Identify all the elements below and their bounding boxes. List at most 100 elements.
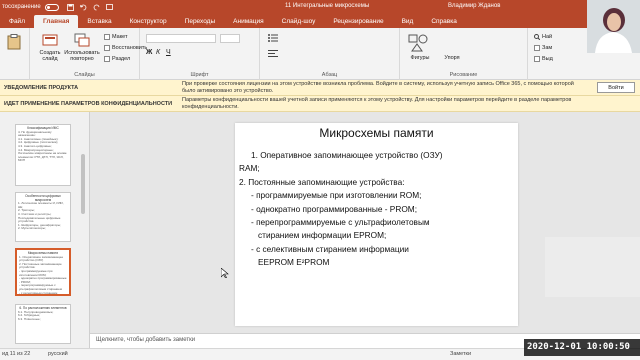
arrange-button[interactable]: Упоря: [440, 55, 464, 61]
slide-thumbnail[interactable]: 6. По расположению элементов 6.1. Полупр…: [15, 304, 71, 344]
slide-line: - с селективным стиранием информации: [251, 243, 409, 254]
slide-line: 2. Постоянные запоминающие устройства:: [239, 176, 405, 187]
scrollbar-thumb[interactable]: [81, 154, 85, 214]
tab-animations[interactable]: Анимация: [224, 15, 273, 28]
slide-thumbnail[interactable]: Особенности цифровых микросхем 1. Логиче…: [15, 192, 71, 242]
slides-group: Создать слайд Использовать повторно Маке…: [30, 28, 147, 80]
layout-label: Макет: [112, 34, 128, 40]
thumbnail-line: - с селективным стиранием: [19, 290, 58, 295]
webcam-video: [587, 0, 640, 53]
product-notice-bar: УВЕДОМЛЕНИЕ ПРОДУКТА При проверке состоя…: [0, 80, 640, 96]
tab-help[interactable]: Справка: [422, 15, 466, 28]
thumbnail-line: 6.3. Плёночные;: [18, 316, 41, 321]
user-name[interactable]: Владимир Жданов: [448, 3, 500, 9]
slide-line: 1. Оперативное запоминающее устройство (…: [251, 150, 443, 160]
slide-canvas[interactable]: Микросхемы памяти 1. Оперативное запомин…: [235, 123, 518, 326]
italic-button[interactable]: К: [156, 49, 160, 56]
layout-button[interactable]: Макет: [104, 34, 128, 40]
language-indicator[interactable]: русский: [48, 351, 68, 357]
autosave-label: тосохранение: [2, 4, 41, 10]
replace-icon: [534, 45, 540, 51]
title-bar: тосохранение 11 Интегральные микросхемы …: [0, 0, 640, 14]
create-slide-label: Создать слайд: [39, 50, 61, 62]
privacy-notice-bar: ИДЕТ ПРИМЕНЕНИЕ ПАРАМЕТРОВ КОНФИДЕНЦИАЛЬ…: [0, 96, 640, 112]
tab-slideshow[interactable]: Слайд-шоу: [273, 15, 325, 28]
slide-line: - перепрограммируемые с ультрафиолетовым: [251, 217, 430, 228]
notes-toggle[interactable]: Заметки: [450, 351, 471, 357]
notes-placeholder: Щелкните, чтобы добавить заметки: [96, 337, 196, 343]
align-left-icon[interactable]: [268, 50, 278, 58]
undo-icon[interactable]: [79, 4, 87, 11]
sign-in-button[interactable]: Войти: [597, 82, 635, 93]
layout-icon: [104, 34, 110, 40]
reuse-slides-label: Использовать повторно: [64, 50, 100, 62]
bullets-icon[interactable]: [268, 34, 278, 42]
workspace: Классификация ИМС 4. По функциональному …: [0, 112, 640, 348]
section-button[interactable]: Раздел: [104, 56, 130, 62]
notice-message: При проверке состояния лицензии на этом …: [182, 81, 574, 94]
clipboard-group: [0, 28, 30, 80]
tab-design[interactable]: Конструктор: [121, 15, 176, 28]
tab-file[interactable]: Файл: [0, 15, 34, 28]
shapes-button[interactable]: Фигуры: [408, 55, 432, 61]
paragraph-group-label: Абзац: [321, 72, 338, 78]
underline-button[interactable]: Ч: [166, 49, 171, 56]
ribbon: Создать слайд Использовать повторно Маке…: [0, 28, 640, 80]
font-size-box[interactable]: [220, 34, 240, 43]
select-icon: [534, 56, 540, 62]
create-slide-button[interactable]: Создать слайд: [36, 32, 64, 62]
quick-access-toolbar: [66, 3, 113, 11]
reuse-slides-button[interactable]: Использовать повторно: [64, 32, 100, 62]
tab-review[interactable]: Рецензирование: [324, 15, 392, 28]
font-name-box[interactable]: [146, 34, 216, 43]
notice-title: ИДЕТ ПРИМЕНЕНИЕ ПАРАМЕТРОВ КОНФИДЕНЦИАЛЬ…: [4, 100, 173, 107]
replace-button[interactable]: Зам: [534, 45, 552, 51]
drawing-group: Фигуры Упоря Рисование: [400, 28, 528, 80]
select-button[interactable]: Выд: [534, 56, 553, 62]
notice-message: Параметры конфиденциальности вашей учетн…: [182, 97, 572, 110]
shapes-gallery-icon[interactable]: [408, 34, 430, 52]
slide-line: - однократно программированные - PROM;: [251, 203, 418, 214]
slide-body[interactable]: 1. Оперативное запоминающее устройство (…: [239, 149, 515, 270]
tab-view[interactable]: Вид: [393, 15, 423, 28]
font-group-label: Шрифт: [190, 72, 209, 78]
tab-transitions[interactable]: Переходы: [176, 15, 225, 28]
mouse-cursor-icon: [221, 268, 229, 278]
presenter-avatar: [587, 0, 640, 53]
redo-icon[interactable]: [93, 4, 100, 11]
new-slide-icon: [42, 34, 58, 46]
paste-icon[interactable]: [7, 34, 21, 50]
autosave-toggle[interactable]: [44, 3, 59, 11]
save-icon[interactable]: [66, 3, 74, 11]
tab-home[interactable]: Главная: [33, 15, 79, 28]
bold-button[interactable]: Ж: [146, 49, 152, 56]
find-button[interactable]: Най: [534, 34, 552, 40]
thumbnail-scrollbar[interactable]: [80, 114, 86, 344]
slides-group-label: Слайды: [74, 72, 95, 78]
slide-thumbnails-pane: Классификация ИМС 4. По функциональному …: [0, 112, 90, 348]
section-label: Раздел: [112, 56, 131, 62]
tab-insert[interactable]: Вставка: [78, 15, 120, 28]
thumbnail-line: элементов: РТЛ, ДТЛ, ТТЛ, ЭСЛ, МОП: [18, 154, 64, 163]
ribbon-tabs: Файл Главная Вставка Конструктор Переход…: [0, 14, 640, 28]
slide-title[interactable]: Микросхемы памяти: [235, 126, 518, 140]
slide-line: EEPROM E²PROM: [258, 257, 330, 268]
shapes-label: Фигуры: [410, 55, 430, 61]
reset-icon: [104, 45, 110, 51]
document-title: 11 Интегральные микросхемы: [285, 3, 370, 9]
slide-counter: ид 11 из 22: [2, 351, 31, 357]
slide-thumbnail-selected[interactable]: Микросхемы памяти 1. Оперативное запомин…: [15, 248, 71, 296]
reuse-slides-icon: [74, 33, 90, 47]
editing-group: Най Зам Выд: [528, 28, 588, 80]
slide-thumbnail[interactable]: Классификация ИМС 4. По функциональному …: [15, 124, 71, 186]
section-icon: [104, 56, 110, 62]
slide-line: стиранием информации EPROM;: [258, 230, 387, 241]
slide-line: - программируемые при изготовлении ROM;: [251, 190, 422, 201]
replace-label: Зам: [542, 45, 553, 51]
start-slideshow-icon[interactable]: [105, 3, 113, 11]
arrange-label: Упоря: [444, 55, 460, 61]
find-label: Най: [542, 34, 553, 40]
second-video-panel: [545, 237, 640, 297]
search-icon: [534, 34, 540, 40]
video-timestamp: 2020-12-01 10:00:50: [524, 339, 640, 356]
